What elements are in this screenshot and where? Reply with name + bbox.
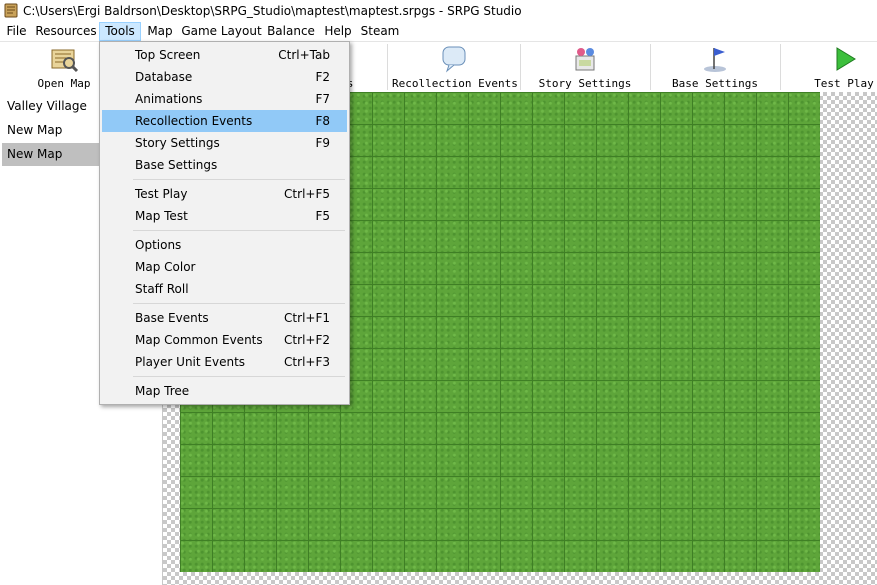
map-tree-item-valley-village[interactable]: Valley Village bbox=[2, 95, 100, 118]
recollection-events-icon bbox=[442, 46, 466, 73]
menu-item-label: Story Settings bbox=[135, 136, 220, 150]
menu-item-label: Database bbox=[135, 70, 193, 84]
menu-item-shortcut: Ctrl+F3 bbox=[284, 355, 330, 369]
menu-item-label: Staff Roll bbox=[135, 282, 189, 296]
story-settings-label: Story Settings bbox=[538, 77, 632, 90]
story-settings-icon bbox=[575, 48, 595, 71]
menu-bar: File Resources Tools Map Game Layout Bal… bbox=[0, 22, 877, 41]
map-tree-item-new-map[interactable]: New Map bbox=[2, 119, 100, 142]
menu-item-label: Recollection Events bbox=[135, 114, 253, 128]
tools-menu-top-screen[interactable]: Top Screen Ctrl+Tab bbox=[102, 44, 347, 66]
tools-menu-story-settings[interactable]: Story Settings F9 bbox=[102, 132, 347, 154]
tools-menu-map-tree[interactable]: Map Tree bbox=[102, 380, 347, 402]
menu-item-shortcut: F2 bbox=[315, 70, 330, 84]
menu-map[interactable]: Map bbox=[141, 22, 179, 41]
toolbar-separator bbox=[387, 44, 388, 90]
title-bar: C:\Users\Ergi Baldrson\Desktop\SRPG_Stud… bbox=[0, 0, 877, 22]
tools-menu-test-play[interactable]: Test Play Ctrl+F5 bbox=[102, 183, 347, 205]
menu-separator bbox=[133, 303, 345, 304]
open-map-icon bbox=[51, 49, 79, 73]
tools-menu-map-color[interactable]: Map Color bbox=[102, 256, 347, 278]
recollection-events-label: Recollection Events bbox=[392, 77, 518, 90]
tools-menu-staff-roll[interactable]: Staff Roll bbox=[102, 278, 347, 300]
menu-item-label: Base Events bbox=[135, 311, 209, 325]
menu-item-label: Test Play bbox=[135, 187, 188, 201]
menu-balance[interactable]: Balance bbox=[264, 22, 318, 41]
menu-item-label: Map Tree bbox=[135, 384, 190, 398]
tools-menu-base-events[interactable]: Base Events Ctrl+F1 bbox=[102, 307, 347, 329]
menu-item-label: Base Settings bbox=[135, 158, 218, 172]
tools-menu-map-common-events[interactable]: Map Common Events Ctrl+F2 bbox=[102, 329, 347, 351]
menu-item-shortcut: F7 bbox=[315, 92, 330, 106]
tools-menu-options[interactable]: Options bbox=[102, 234, 347, 256]
menu-item-label: Options bbox=[135, 238, 182, 252]
test-play-label: Test Play bbox=[814, 77, 874, 90]
app-icon bbox=[4, 3, 18, 18]
tools-menu-map-test[interactable]: Map Test F5 bbox=[102, 205, 347, 227]
tools-menu-recollection-events[interactable]: Recollection Events F8 bbox=[102, 110, 347, 132]
menu-item-label: Top Screen bbox=[135, 48, 201, 62]
tools-menu-dropdown: Top Screen Ctrl+Tab Database F2 Animatio… bbox=[99, 41, 350, 405]
menu-item-shortcut: F8 bbox=[315, 114, 330, 128]
menu-item-shortcut: Ctrl+F2 bbox=[284, 333, 330, 347]
window-title: C:\Users\Ergi Baldrson\Desktop\SRPG_Stud… bbox=[23, 4, 522, 18]
base-settings-icon bbox=[704, 48, 726, 72]
menu-steam[interactable]: Steam bbox=[358, 22, 402, 41]
menu-item-shortcut: F5 bbox=[315, 209, 330, 223]
menu-game-layout[interactable]: Game Layout bbox=[179, 22, 264, 41]
menu-item-label: Animations bbox=[135, 92, 203, 106]
menu-item-label: Map Common Events bbox=[135, 333, 263, 347]
menu-tools[interactable]: Tools bbox=[99, 22, 141, 41]
toolbar-separator bbox=[780, 44, 781, 90]
base-settings-label: Base Settings bbox=[671, 77, 759, 90]
tools-menu-player-unit-events[interactable]: Player Unit Events Ctrl+F3 bbox=[102, 351, 347, 373]
menu-item-label: Map Test bbox=[135, 209, 188, 223]
menu-separator bbox=[133, 376, 345, 377]
menu-resources[interactable]: Resources bbox=[33, 22, 99, 41]
menu-separator bbox=[133, 230, 345, 231]
test-play-icon bbox=[836, 47, 856, 71]
base-settings-button[interactable]: Base Settings bbox=[652, 42, 778, 92]
tools-menu-base-settings[interactable]: Base Settings bbox=[102, 154, 347, 176]
map-tree-item-new-map-selected[interactable]: New Map bbox=[2, 143, 100, 166]
menu-item-label: Map Color bbox=[135, 260, 196, 274]
menu-item-shortcut: Ctrl+F5 bbox=[284, 187, 330, 201]
recollection-events-button[interactable]: Recollection Events bbox=[392, 42, 518, 92]
test-play-button[interactable]: Test Play bbox=[782, 42, 877, 92]
menu-item-label: Player Unit Events bbox=[135, 355, 246, 369]
menu-help[interactable]: Help bbox=[318, 22, 358, 41]
story-settings-button[interactable]: Story Settings bbox=[522, 42, 648, 92]
menu-separator bbox=[133, 179, 345, 180]
menu-item-shortcut: Ctrl+F1 bbox=[284, 311, 330, 325]
menu-item-shortcut: F9 bbox=[315, 136, 330, 150]
toolbar-separator bbox=[520, 44, 521, 90]
toolbar-separator bbox=[650, 44, 651, 90]
menu-file[interactable]: File bbox=[0, 22, 33, 41]
menu-item-shortcut: Ctrl+Tab bbox=[278, 48, 330, 62]
tools-menu-animations[interactable]: Animations F7 bbox=[102, 88, 347, 110]
tools-menu-database[interactable]: Database F2 bbox=[102, 66, 347, 88]
